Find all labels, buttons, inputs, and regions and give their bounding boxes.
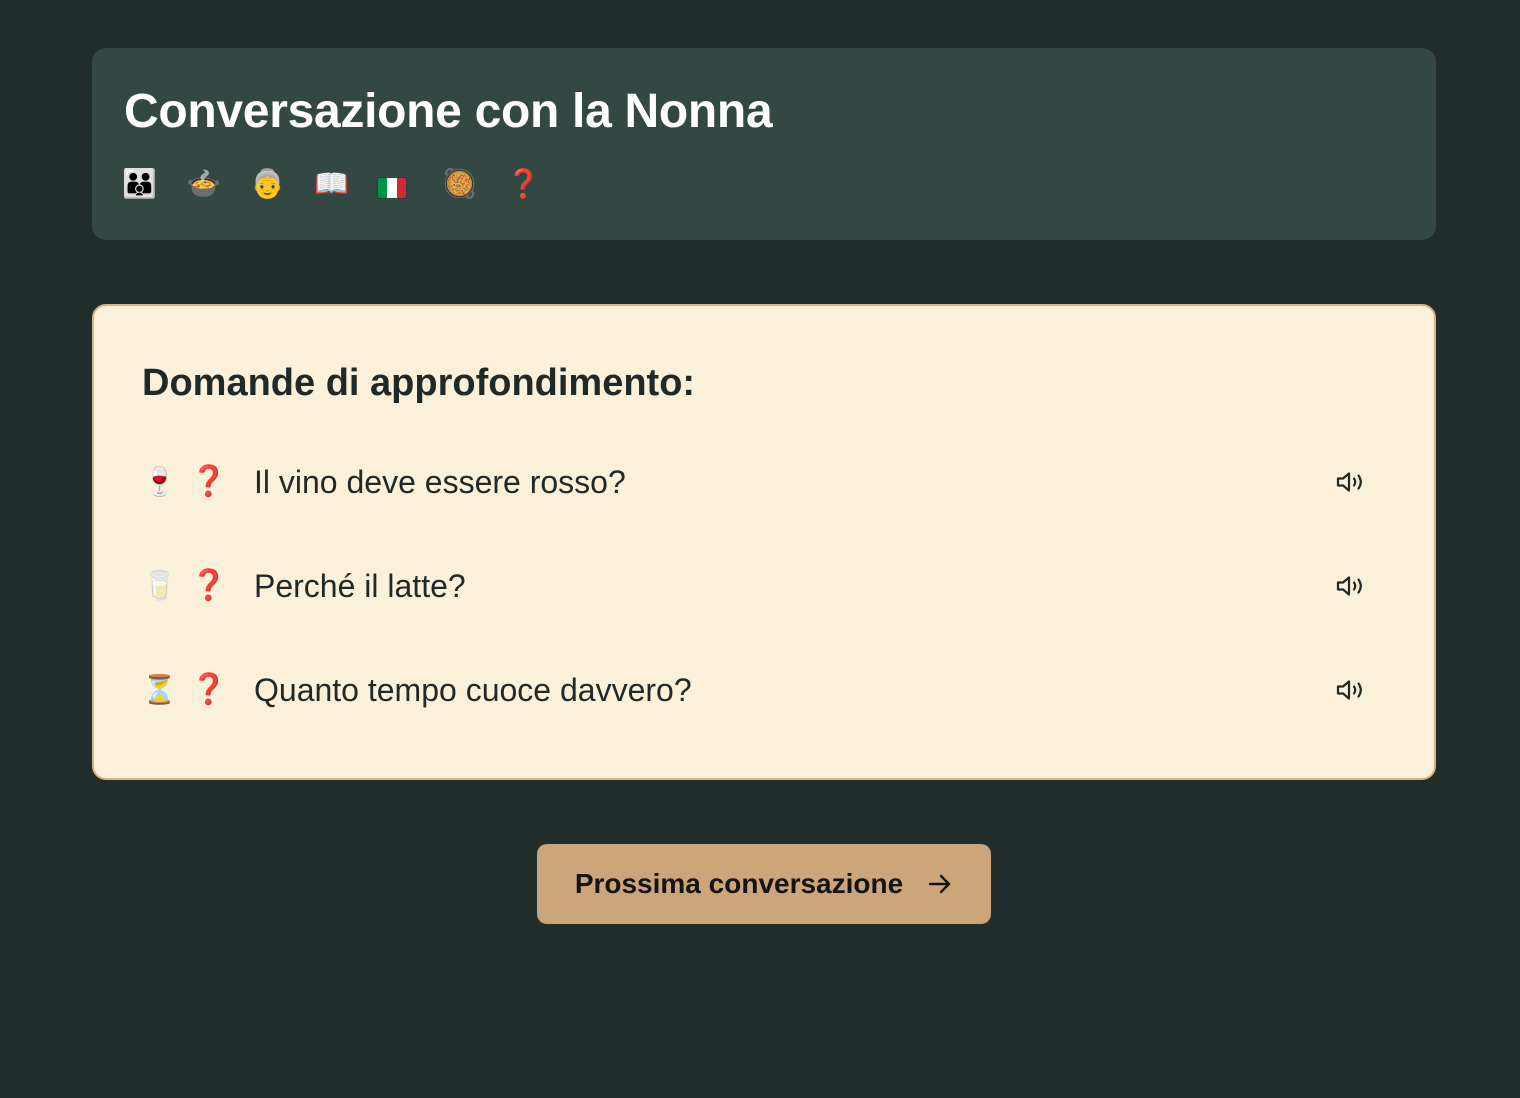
question-item: ⏳ ❓ Quanto tempo cuoce davvero? <box>142 668 1368 712</box>
soup-bowl-icon: 🍲 <box>186 168 221 199</box>
question-mark-icon: ❓ <box>190 569 228 602</box>
grandmother-icon: 👵 <box>250 168 285 199</box>
question-text: Perché il latte? <box>254 568 466 604</box>
header-card: Conversazione con la Nonna 👪 🍲 👵 📖 🥘 ❓ <box>92 48 1436 240</box>
milk-glass-icon: 🥛 <box>142 570 177 601</box>
open-book-icon: 📖 <box>314 168 349 199</box>
speaker-icon[interactable] <box>1334 675 1368 705</box>
speaker-icon[interactable] <box>1334 467 1368 497</box>
question-item: 🥛 ❓ Perché il latte? <box>142 564 1368 608</box>
page-title: Conversazione con la Nonna <box>124 85 773 138</box>
question-item: 🍷 ❓ Il vino deve essere rosso? <box>142 460 1368 504</box>
follow-up-questions-card: Domande di approfondimento: 🍷 ❓ Il vino … <box>92 304 1436 780</box>
speaker-icon[interactable] <box>1334 571 1368 601</box>
question-text: Il vino deve essere rosso? <box>254 464 626 500</box>
question-text: Quanto tempo cuoce davvero? <box>254 672 692 708</box>
pan-icon: 🥘 <box>442 168 477 199</box>
topic-icons: 👪 🍲 👵 📖 🥘 ❓ <box>122 166 570 202</box>
arrow-right-icon <box>927 872 953 896</box>
section-title: Domande di approfondimento: <box>142 362 696 404</box>
question-mark-icon: ❓ <box>190 673 228 706</box>
question-mark-icon: ❓ <box>506 168 541 199</box>
italy-flag-icon <box>378 170 442 198</box>
question-mark-icon: ❓ <box>190 465 228 498</box>
next-conversation-button[interactable]: Prossima conversazione <box>537 844 991 924</box>
wine-glass-icon: 🍷 <box>142 466 177 497</box>
family-icon: 👪 <box>122 168 157 199</box>
hourglass-icon: ⏳ <box>142 674 177 705</box>
next-conversation-label: Prossima conversazione <box>574 868 904 899</box>
